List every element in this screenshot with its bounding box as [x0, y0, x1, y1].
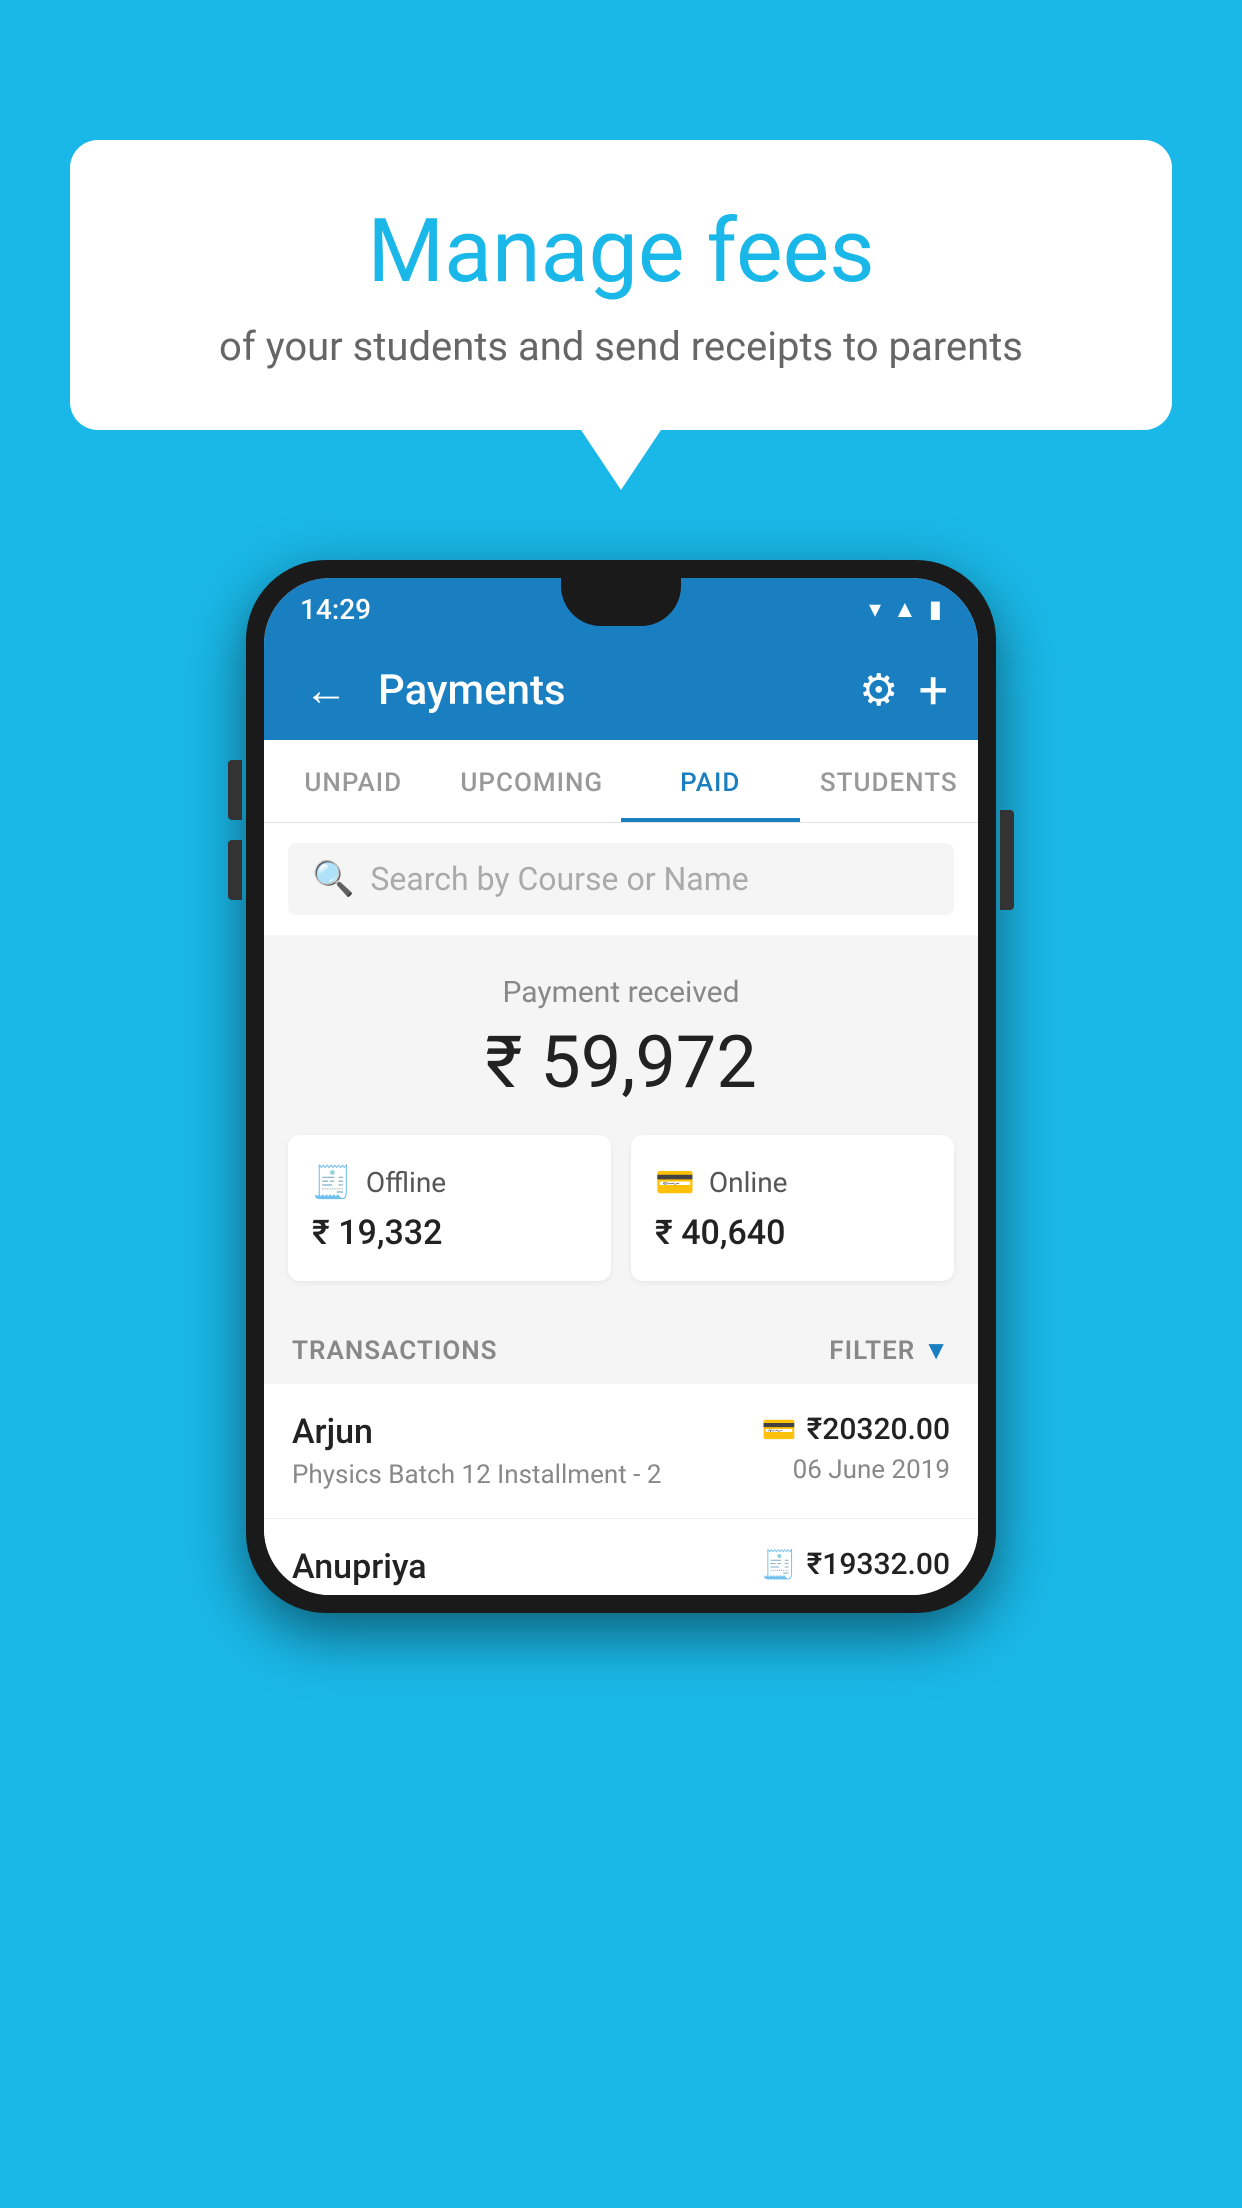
search-icon: 🔍: [312, 859, 354, 899]
transaction-right: 💳 ₹20320.00 06 June 2019: [762, 1412, 950, 1485]
search-input[interactable]: Search by Course or Name: [370, 860, 748, 898]
settings-icon[interactable]: ⚙: [859, 664, 898, 716]
transaction-name: Arjun: [292, 1412, 661, 1452]
add-payment-button[interactable]: +: [918, 660, 948, 721]
content-area: 🔍 Search by Course or Name Payment recei…: [264, 823, 978, 1595]
status-icons: ▾ ▲ ▮: [869, 595, 942, 624]
offline-label: Offline: [366, 1166, 446, 1199]
search-bar-container: 🔍 Search by Course or Name: [264, 823, 978, 935]
transaction-amount-row: 💳 ₹20320.00: [762, 1412, 950, 1447]
side-buttons-left: [228, 760, 242, 920]
tabs-bar: UNPAID UPCOMING PAID STUDENTS: [264, 740, 978, 823]
online-amount: ₹ 40,640: [655, 1213, 930, 1253]
side-buttons-right: [1000, 810, 1014, 910]
transaction-amount-row-2: 🧾 ₹19332.00: [762, 1547, 950, 1582]
filter-label: FILTER: [829, 1336, 915, 1366]
speech-bubble: Manage fees of your students and send re…: [70, 140, 1172, 430]
payment-received-section: Payment received ₹ 59,972: [264, 935, 978, 1135]
transactions-label: TRANSACTIONS: [292, 1336, 498, 1366]
app-bar: ← Payments ⚙ +: [264, 640, 978, 740]
transaction-left: Arjun Physics Batch 12 Installment - 2: [292, 1412, 661, 1490]
signal-icon: ▲: [893, 595, 917, 624]
phone-notch: [561, 578, 681, 626]
offline-card-header: 🧾 Offline: [312, 1163, 587, 1201]
search-bar[interactable]: 🔍 Search by Course or Name: [288, 843, 954, 915]
tab-students[interactable]: STUDENTS: [800, 740, 979, 822]
status-bar: 14:29 ▾ ▲ ▮: [264, 578, 978, 640]
transaction-amount-2: ₹19332.00: [807, 1547, 950, 1582]
offline-amount: ₹ 19,332: [312, 1213, 587, 1253]
payment-received-amount: ₹ 59,972: [284, 1020, 958, 1105]
speech-bubble-container: Manage fees of your students and send re…: [70, 140, 1172, 490]
online-payment-card: 💳 Online ₹ 40,640: [631, 1135, 954, 1281]
tab-paid[interactable]: PAID: [621, 740, 800, 822]
volume-down-button[interactable]: [228, 840, 242, 900]
phone-outer: 14:29 ▾ ▲ ▮ ← Payments ⚙ +: [246, 560, 996, 1613]
transactions-header: TRANSACTIONS FILTER ▼: [264, 1311, 978, 1384]
speech-bubble-subtitle: of your students and send receipts to pa…: [150, 323, 1092, 370]
payment-cards: 🧾 Offline ₹ 19,332 💳 Online ₹ 40,640: [264, 1135, 978, 1311]
transaction-row-partial[interactable]: Anupriya 🧾 ₹19332.00: [264, 1519, 978, 1595]
battery-icon: ▮: [929, 595, 942, 623]
wifi-icon: ▾: [869, 595, 881, 623]
payment-received-label: Payment received: [284, 975, 958, 1010]
filter-icon: ▼: [923, 1335, 950, 1366]
offline-payment-card: 🧾 Offline ₹ 19,332: [288, 1135, 611, 1281]
online-icon: 💳: [655, 1163, 695, 1201]
transaction-date: 06 June 2019: [762, 1455, 950, 1485]
transaction-row[interactable]: Arjun Physics Batch 12 Installment - 2 💳…: [264, 1384, 978, 1519]
phone-device: 14:29 ▾ ▲ ▮ ← Payments ⚙ +: [246, 560, 996, 1613]
app-bar-actions: ⚙ +: [859, 660, 948, 721]
offline-icon: 🧾: [312, 1163, 352, 1201]
transaction-amount: ₹20320.00: [807, 1412, 950, 1447]
phone-screen: 14:29 ▾ ▲ ▮ ← Payments ⚙ +: [264, 578, 978, 1595]
status-time: 14:29: [300, 593, 371, 626]
transaction-right-2: 🧾 ₹19332.00: [762, 1547, 950, 1590]
app-bar-title: Payments: [378, 666, 839, 715]
transaction-description: Physics Batch 12 Installment - 2: [292, 1460, 661, 1490]
back-button[interactable]: ←: [294, 654, 358, 726]
payment-type-icon-2: 🧾: [762, 1548, 797, 1581]
filter-button[interactable]: FILTER ▼: [829, 1335, 950, 1366]
payment-type-icon: 💳: [762, 1413, 797, 1446]
speech-bubble-arrow: [581, 430, 661, 490]
transaction-name-2: Anupriya: [292, 1547, 427, 1587]
power-button[interactable]: [1000, 810, 1014, 910]
speech-bubble-title: Manage fees: [150, 200, 1092, 303]
online-label: Online: [709, 1166, 788, 1199]
volume-up-button[interactable]: [228, 760, 242, 820]
tab-unpaid[interactable]: UNPAID: [264, 740, 443, 822]
online-card-header: 💳 Online: [655, 1163, 930, 1201]
tab-upcoming[interactable]: UPCOMING: [443, 740, 622, 822]
transaction-left-2: Anupriya: [292, 1547, 427, 1595]
